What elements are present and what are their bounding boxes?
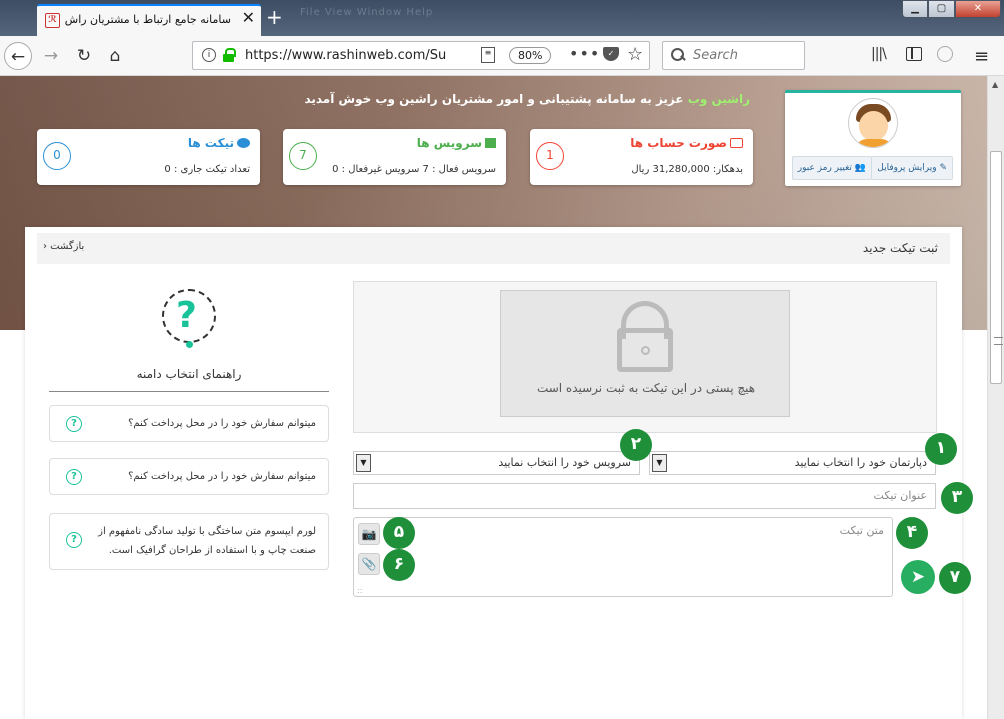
forward-arrow-icon[interactable]: → [37, 42, 65, 70]
zoom-level[interactable]: 80% [509, 47, 552, 64]
annotation-badge: ۱ [925, 433, 957, 465]
chevron-down-icon: ▼ [356, 454, 371, 472]
lock-icon[interactable] [223, 48, 236, 62]
help-question-icon: ? [162, 289, 216, 348]
annotation-badge: ۴ [896, 517, 928, 549]
tickets-count: 0 [43, 142, 71, 170]
help-divider [49, 391, 329, 392]
faq-item[interactable]: میتوانم سفارش خود را در محل پرداخت کنم؟ … [49, 405, 329, 442]
help-circle-icon: ? [66, 416, 82, 432]
maximize-window-button[interactable]: ▢ [928, 0, 955, 18]
help-circle-icon: ? [66, 469, 82, 485]
tickets-info: تعداد تیکت جاری : 0 [164, 164, 250, 175]
page-scrollbar[interactable]: ▲ [987, 76, 1004, 719]
welcome-message: راشین وب عزیز به سامانه پشتیبانی و امور … [304, 92, 750, 106]
credit-card-icon [730, 138, 743, 148]
new-ticket-panel: ثبت تیکت جدید بازگشت ‹ ? راهنمای انتخاب … [25, 227, 973, 719]
scroll-thumb[interactable] [990, 151, 1003, 384]
search-placeholder: Search [693, 48, 738, 63]
annotation-badge: ۵ [383, 517, 415, 549]
minimize-window-button[interactable]: ▁ [902, 0, 928, 18]
help-title: راهنمای انتخاب دامنه [136, 367, 242, 381]
pocket-icon[interactable]: ✓ [603, 47, 619, 61]
no-posts-message: هیچ پستی در این تیکت به ثبت نرسیده است [536, 381, 756, 395]
browser-navbar: ← → ↻ ⌂ i https://www.rashinweb.com/Sup … [0, 36, 1004, 76]
paperclip-icon[interactable]: 📎 [358, 553, 380, 575]
ticket-subject-input[interactable]: عنوان تیکت [353, 483, 936, 509]
tickets-title: تیکت ها [188, 136, 250, 150]
ticket-posts-area: هیچ پستی در این تیکت به ثبت نرسیده است [353, 281, 937, 433]
page-title: ثبت تیکت جدید [862, 241, 938, 255]
browser-tab[interactable]: ℛ سامانه جامع ارتباط با مشتریان راش ✕ [37, 4, 261, 36]
invoices-card[interactable]: 1 صورت حساب ها بدهکار: 31,280,000 ریال [530, 129, 753, 185]
reader-view-icon[interactable]: ≡ [481, 47, 495, 63]
browser-titlebar: ℛ سامانه جامع ارتباط با مشتریان راش ✕ + … [0, 0, 1004, 36]
home-icon[interactable]: ⌂ [101, 42, 129, 70]
help-circle-icon: ? [66, 532, 82, 548]
faq-item[interactable]: میتوانم سفارش خود را در محل پرداخت کنم؟ … [49, 458, 329, 495]
welcome-highlight: راشین وب [687, 92, 750, 106]
library-icon[interactable]: |||\ [871, 46, 887, 62]
hamburger-menu-icon[interactable]: ≡ [974, 46, 989, 67]
message-placeholder: متن تیکت [839, 524, 884, 537]
annotation-badge: ۳ [941, 482, 973, 514]
faint-menu-bar: File View Window Help [300, 7, 434, 18]
invoices-count: 1 [536, 142, 564, 170]
services-title: سرویس ها [417, 136, 496, 150]
chat-icon [237, 138, 250, 148]
bookmark-star-icon[interactable]: ☆ [627, 44, 643, 65]
invoices-title: صورت حساب ها [630, 136, 743, 150]
url-bar[interactable]: i https://www.rashinweb.com/Sup ≡ 80% ••… [192, 41, 650, 70]
close-window-button[interactable]: ✕ [955, 0, 1001, 18]
edit-profile-button[interactable]: ✎ ویرایش پروفایل [871, 156, 953, 180]
services-card[interactable]: 7 سرویس ها سرویس فعال : 7 سرویس غیرفعال … [283, 129, 506, 185]
annotation-badge: ۲ [620, 429, 652, 461]
new-tab-button[interactable]: + [266, 6, 283, 28]
annotation-badge: ۶ [383, 549, 415, 581]
empty-posts-box: هیچ پستی در این تیکت به ثبت نرسیده است [500, 290, 790, 417]
ticket-message-textarea[interactable]: متن تیکت 📷 📎 :: [353, 517, 893, 597]
faq-item[interactable]: لورم ایپسوم متن ساختگی با تولید سادگی نا… [49, 513, 329, 570]
sidebar-icon[interactable] [906, 47, 922, 61]
services-count: 7 [289, 142, 317, 170]
web-page: راشین وب عزیز به سامانه پشتیبانی و امور … [0, 76, 987, 719]
welcome-text: عزیز به سامانه پشتیبانی و امور مشتریان ر… [304, 92, 684, 106]
back-link[interactable]: بازگشت ‹ [43, 241, 84, 252]
question-mark: ? [176, 295, 197, 336]
info-icon[interactable]: i [202, 48, 216, 62]
change-password-button[interactable]: 👥 تغییر رمز عبور [791, 156, 872, 180]
chevron-down-icon: ▼ [652, 454, 667, 472]
scroll-up-icon[interactable]: ▲ [992, 80, 998, 89]
back-arrow-icon[interactable]: ← [4, 42, 32, 70]
camera-icon[interactable]: 📷 [358, 523, 380, 545]
url-text[interactable]: https://www.rashinweb.com/Sup [245, 48, 447, 63]
tickets-card[interactable]: 0 تیکت ها تعداد تیکت جاری : 0 [37, 129, 260, 185]
breadcrumb: ثبت تیکت جدید بازگشت ‹ [37, 233, 950, 264]
reload-icon[interactable]: ↻ [70, 42, 98, 70]
page-actions-icon[interactable]: ••• [569, 44, 600, 63]
close-tab-icon[interactable]: ✕ [242, 9, 255, 27]
invoices-info: بدهکار: 31,280,000 ریال [631, 164, 743, 175]
annotation-badge: ۷ [939, 562, 971, 594]
search-input[interactable]: Search [662, 41, 805, 70]
server-icon [485, 138, 496, 148]
tab-title: سامانه جامع ارتباط با مشتریان راش [64, 13, 231, 26]
profile-card: ✎ ویرایش پروفایل 👥 تغییر رمز عبور [785, 90, 961, 186]
department-select[interactable]: دپارتمان خود را انتخاب نمایید ▼ [649, 451, 936, 475]
service-select[interactable]: سرویس خود را انتخاب نمایید ▼ [353, 451, 640, 475]
services-info: سرویس فعال : 7 سرویس غیرفعال : 0 [332, 164, 496, 175]
avatar [848, 98, 898, 148]
search-icon [671, 48, 685, 62]
globe-icon[interactable] [937, 46, 953, 62]
resize-handle-icon[interactable]: :: [357, 586, 362, 595]
send-button[interactable]: ➤ [901, 560, 935, 594]
